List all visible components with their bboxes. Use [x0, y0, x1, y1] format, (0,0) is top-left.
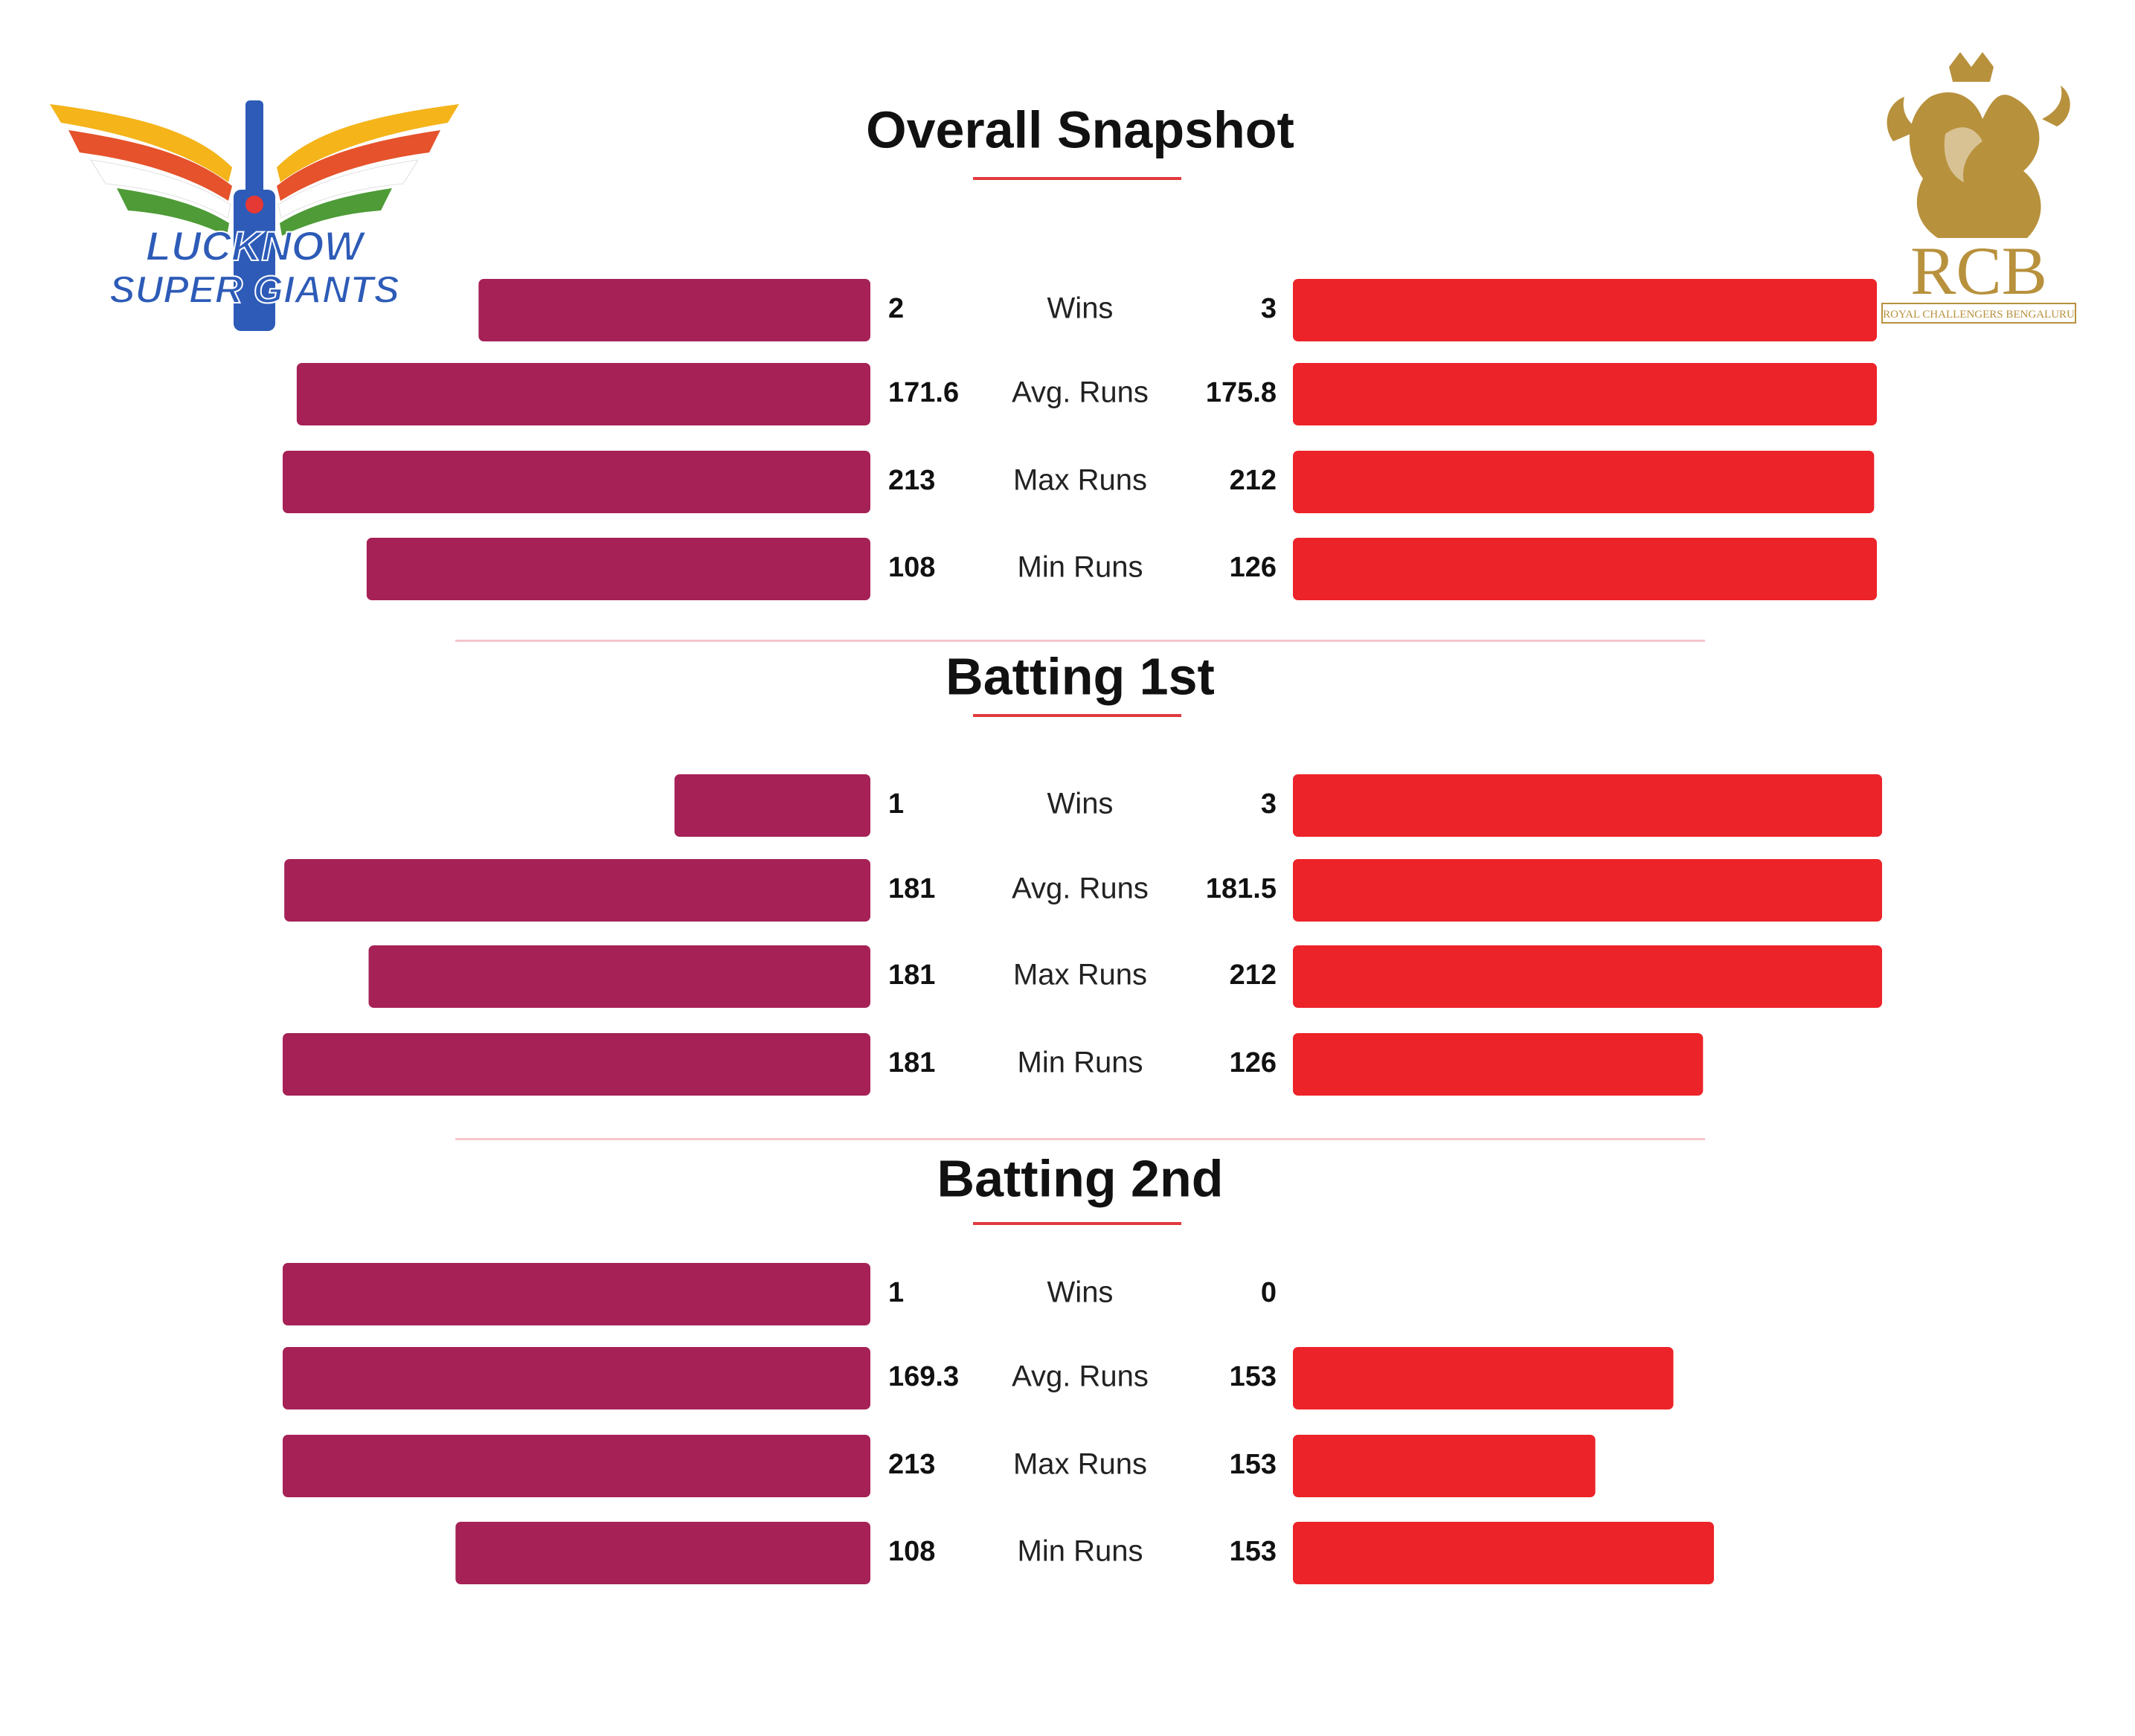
bar-lsg-3 [366, 538, 870, 600]
panel-title: Batting 2nd [937, 1149, 1224, 1207]
comparison-chart: Overall Snapshot 2 3 Wins 171.6 175.8 Avg. Run… [283, 100, 1882, 1584]
value-label-rcb: 181.5 [1206, 873, 1277, 904]
category-label: Avg. Runs [1012, 872, 1149, 905]
bar-lsg-3 [283, 1033, 870, 1096]
value-label-lsg: 2 [888, 293, 904, 324]
value-label-rcb: 126 [1230, 552, 1277, 583]
bar-rcb-2 [1293, 1435, 1596, 1497]
title-underline [973, 714, 1181, 717]
value-label-rcb: 153 [1230, 1361, 1277, 1392]
bar-rcb-1 [1293, 859, 1882, 922]
category-label: Wins [1047, 292, 1114, 325]
value-label-lsg: 213 [888, 465, 935, 496]
category-label: Max Runs [1013, 464, 1147, 497]
value-label-rcb: 3 [1261, 293, 1277, 324]
section-divider [455, 1138, 1705, 1140]
bar-rcb-2 [1293, 451, 1875, 513]
title-underline [973, 1222, 1181, 1225]
category-label: Wins [1047, 788, 1114, 820]
bar-lsg-2 [368, 945, 870, 1008]
value-label-rcb: 175.8 [1206, 377, 1277, 408]
value-label-lsg: 181 [888, 959, 935, 991]
bar-rcb-1 [1293, 363, 1877, 425]
bar-lsg-0 [478, 279, 870, 341]
category-label: Max Runs [1013, 1448, 1147, 1481]
value-label-lsg: 1 [888, 1277, 904, 1308]
category-label: Min Runs [1018, 1535, 1143, 1568]
value-label-lsg: 181 [888, 1047, 935, 1078]
category-label: Avg. Runs [1012, 376, 1149, 409]
category-label: Avg. Runs [1012, 1360, 1149, 1393]
bar-rcb-1 [1293, 1347, 1674, 1409]
bar-rcb-3 [1293, 538, 1877, 600]
value-label-rcb: 126 [1230, 1047, 1277, 1078]
value-label-rcb: 212 [1230, 959, 1277, 991]
bar-lsg-3 [455, 1522, 870, 1584]
value-label-lsg: 108 [888, 552, 935, 583]
section-divider [455, 640, 1705, 642]
value-label-rcb: 153 [1230, 1536, 1277, 1567]
value-label-rcb: 212 [1230, 465, 1277, 496]
bar-lsg-0 [283, 1263, 870, 1325]
value-label-lsg: 1 [888, 788, 904, 820]
bar-rcb-0 [1293, 279, 1877, 341]
panel-title: Overall Snapshot [866, 100, 1294, 158]
bar-rcb-3 [1293, 1522, 1714, 1584]
bar-lsg-2 [283, 451, 870, 513]
bar-rcb-0 [1293, 774, 1882, 837]
bar-lsg-1 [283, 1347, 870, 1409]
bar-lsg-1 [296, 363, 870, 425]
category-label: Wins [1047, 1276, 1114, 1309]
title-underline [973, 177, 1181, 180]
bar-rcb-2 [1293, 945, 1882, 1008]
category-label: Max Runs [1013, 959, 1147, 991]
category-label: Min Runs [1018, 1047, 1143, 1079]
panel-title: Batting 1st [946, 647, 1215, 705]
bar-lsg-0 [674, 774, 870, 837]
value-label-rcb: 153 [1230, 1449, 1277, 1480]
value-label-lsg: 171.6 [888, 377, 959, 408]
bar-lsg-1 [284, 859, 871, 922]
bar-rcb-3 [1293, 1033, 1704, 1096]
value-label-rcb: 0 [1261, 1277, 1277, 1308]
bar-lsg-2 [283, 1435, 870, 1497]
value-label-lsg: 181 [888, 873, 935, 904]
value-label-rcb: 3 [1261, 788, 1277, 820]
value-label-lsg: 213 [888, 1449, 935, 1480]
category-label: Min Runs [1018, 551, 1143, 584]
value-label-lsg: 108 [888, 1536, 935, 1567]
value-label-lsg: 169.3 [888, 1361, 959, 1392]
